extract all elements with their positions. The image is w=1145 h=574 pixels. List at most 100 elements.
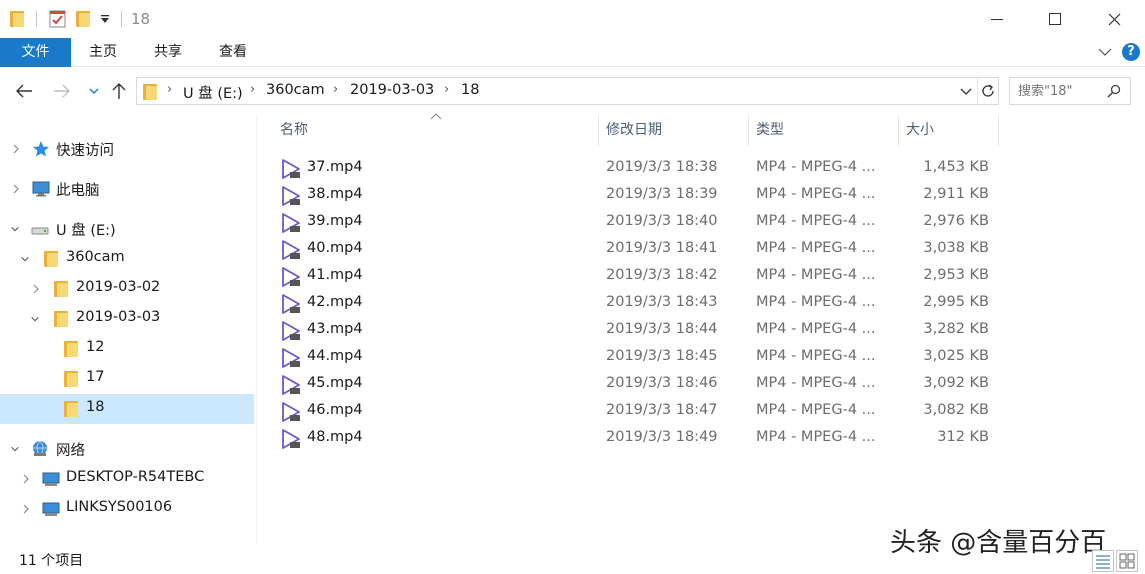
details-view-icon [1096, 555, 1110, 569]
properties-icon[interactable] [49, 10, 66, 28]
up-button[interactable] [109, 81, 129, 101]
folder-icon [10, 11, 24, 27]
sidebar-item-linksys00106[interactable]: LINKSYS00106 [0, 494, 254, 524]
address-bar[interactable]: › U 盘 (E:) › 360cam › 2019-03-03 › 18 [136, 77, 999, 105]
search-icon[interactable] [1107, 84, 1121, 98]
breadcrumb-date[interactable]: 2019-03-03 [350, 82, 434, 98]
chevron-right-icon[interactable] [11, 183, 21, 195]
sidebar-item-2019-03-03[interactable]: 2019-03-03 [0, 304, 254, 334]
chevron-down-icon[interactable] [10, 223, 20, 235]
file-type: MP4 - MPEG-4 ... [756, 267, 876, 283]
sidebar-item-label: U 盘 (E:) [56, 223, 116, 239]
chevron-right-icon[interactable] [21, 503, 31, 515]
search-input[interactable] [1018, 82, 1108, 100]
breadcrumb-separator[interactable]: › [250, 82, 255, 97]
chevron-down-icon[interactable] [30, 313, 40, 325]
file-date: 2019/3/3 18:43 [606, 294, 718, 310]
folder-icon [54, 281, 68, 297]
column-divider[interactable] [998, 115, 999, 146]
sidebar-item-desktop-r54tebc[interactable]: DESKTOP-R54TEBC [0, 464, 254, 494]
file-row[interactable]: 37.mp4 2019/3/3 18:38 MP4 - MPEG-4 ... 1,45… [278, 155, 998, 182]
chevron-down-icon[interactable] [20, 253, 30, 265]
file-row[interactable]: 40.mp4 2019/3/3 18:41 MP4 - MPEG-4 ... 3,03… [278, 236, 998, 263]
details-view-button[interactable] [1092, 550, 1114, 572]
tab-file[interactable]: 文件 [0, 38, 71, 67]
recent-locations-button[interactable] [84, 81, 104, 101]
file-row[interactable]: 43.mp4 2019/3/3 18:44 MP4 - MPEG-4 ... 3,28… [278, 317, 998, 344]
forward-button[interactable] [52, 81, 72, 101]
help-button[interactable]: ? [1122, 43, 1140, 61]
file-row[interactable]: 46.mp4 2019/3/3 18:47 MP4 - MPEG-4 ... 3,08… [278, 398, 998, 425]
sidebar-item-network[interactable]: 网络 [0, 434, 254, 464]
customize-toolbar-icon[interactable] [100, 14, 110, 24]
breadcrumb-separator[interactable]: › [167, 82, 172, 97]
maximize-icon [1049, 13, 1061, 25]
sidebar-item-label: DESKTOP-R54TEBC [66, 469, 205, 485]
minimize-button[interactable] [968, 0, 1026, 38]
chevron-right-icon[interactable] [21, 473, 31, 485]
file-name: 48.mp4 [307, 429, 363, 445]
file-row[interactable]: 39.mp4 2019/3/3 18:40 MP4 - MPEG-4 ... 2,97… [278, 209, 998, 236]
file-row[interactable]: 41.mp4 2019/3/3 18:42 MP4 - MPEG-4 ... 2,95… [278, 263, 998, 290]
video-file-icon [282, 429, 300, 449]
close-button[interactable] [1085, 0, 1143, 38]
tab-view[interactable]: 查看 [210, 38, 256, 67]
file-row[interactable]: 48.mp4 2019/3/3 18:49 MP4 - MPEG-4 ... 312 … [278, 425, 998, 452]
navigation-bar: › U 盘 (E:) › 360cam › 2019-03-03 › 18 [0, 67, 1145, 115]
sidebar-item-quick-access[interactable]: 快速访问 [0, 134, 254, 164]
file-size: 2,995 KB [923, 294, 989, 310]
arrow-right-icon [54, 84, 70, 98]
file-date: 2019/3/3 18:46 [606, 375, 718, 391]
ribbon: 文件 主页 共享 查看 ? [0, 38, 1145, 67]
folder-icon [54, 311, 68, 327]
refresh-icon[interactable] [980, 83, 996, 99]
breadcrumb-separator[interactable]: › [333, 82, 338, 97]
breadcrumb-separator[interactable]: › [444, 82, 449, 97]
sidebar-item-2019-03-02[interactable]: 2019-03-02 [0, 274, 254, 304]
window-title: 18 [131, 10, 151, 28]
back-button[interactable] [14, 81, 34, 101]
column-header-type[interactable]: 类型 [748, 115, 898, 146]
sidebar-item-label: 此电脑 [56, 183, 100, 199]
new-folder-icon[interactable] [76, 11, 90, 27]
sidebar-item-label: 360cam [66, 249, 125, 265]
maximize-button[interactable] [1026, 0, 1084, 38]
file-date: 2019/3/3 18:49 [606, 429, 718, 445]
tab-share[interactable]: 共享 [145, 38, 191, 67]
file-date: 2019/3/3 18:38 [606, 159, 718, 175]
search-box[interactable] [1009, 77, 1131, 105]
file-row[interactable]: 44.mp4 2019/3/3 18:45 MP4 - MPEG-4 ... 3,02… [278, 344, 998, 371]
column-header-size[interactable]: 大小 [898, 115, 998, 146]
watermark: 头条 @含量百分百 [890, 528, 1107, 558]
sidebar-item-this-pc[interactable]: 此电脑 [0, 174, 254, 204]
tab-home[interactable]: 主页 [80, 38, 126, 67]
separator [977, 78, 978, 104]
chevron-down-icon[interactable] [960, 87, 972, 96]
pane-splitter[interactable] [256, 115, 257, 545]
sidebar-item-12[interactable]: 12 [0, 334, 254, 364]
breadcrumb-360cam[interactable]: 360cam [266, 82, 325, 98]
sidebar-item-18[interactable]: 18 [0, 394, 254, 424]
separator [121, 11, 122, 27]
file-row[interactable]: 45.mp4 2019/3/3 18:46 MP4 - MPEG-4 ... 3,09… [278, 371, 998, 398]
file-row[interactable]: 42.mp4 2019/3/3 18:43 MP4 - MPEG-4 ... 2,99… [278, 290, 998, 317]
expand-ribbon-icon[interactable] [1098, 47, 1112, 57]
close-icon [1108, 13, 1120, 25]
sidebar-item-17[interactable]: 17 [0, 364, 254, 394]
sidebar-item-label: 17 [86, 369, 105, 385]
file-row[interactable]: 38.mp4 2019/3/3 18:39 MP4 - MPEG-4 ... 2,91… [278, 182, 998, 209]
folder-icon [64, 341, 78, 357]
column-header-date[interactable]: 修改日期 [598, 115, 748, 146]
file-name: 41.mp4 [307, 267, 363, 283]
title-bar: 18 [0, 0, 1145, 38]
chevron-right-icon[interactable] [31, 283, 41, 295]
column-header-name[interactable]: 名称 [272, 115, 598, 146]
sidebar-item-360cam[interactable]: 360cam [0, 244, 254, 274]
large-icons-view-button[interactable] [1116, 550, 1138, 572]
chevron-right-icon[interactable] [11, 143, 21, 155]
chevron-down-icon[interactable] [10, 443, 20, 455]
breadcrumb-drive[interactable]: U 盘 (E:) [183, 82, 243, 103]
sidebar-item-usb-drive[interactable]: U 盘 (E:) [0, 214, 254, 244]
breadcrumb-current[interactable]: 18 [461, 82, 479, 98]
file-size: 3,025 KB [923, 348, 989, 364]
